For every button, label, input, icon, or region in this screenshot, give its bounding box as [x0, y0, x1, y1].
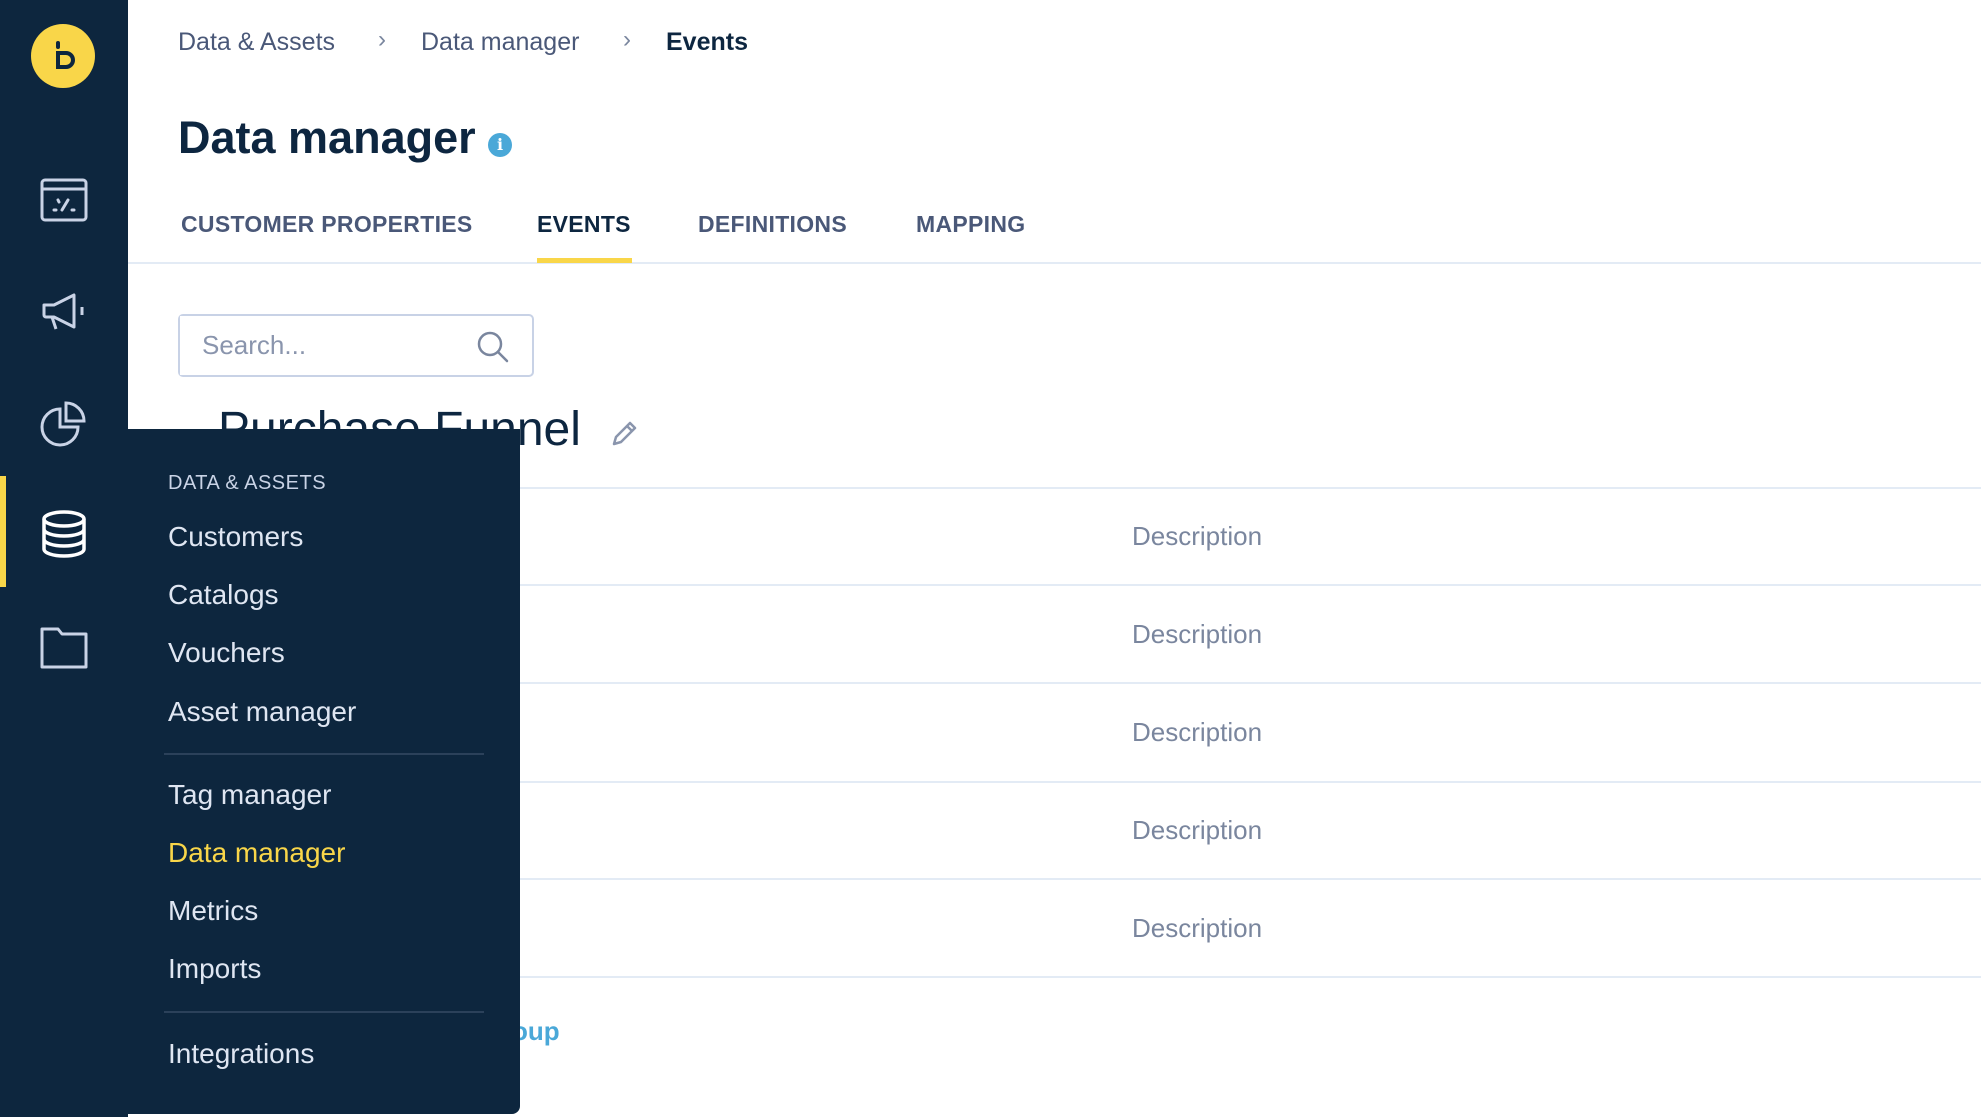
- menu-item-catalogs[interactable]: Catalogs: [168, 579, 279, 611]
- breadcrumb-data-manager[interactable]: Data manager: [421, 28, 579, 57]
- tab-definitions[interactable]: DEFINITIONS: [698, 211, 847, 238]
- pie-chart-icon[interactable]: [38, 397, 90, 449]
- dashboard-icon[interactable]: [38, 174, 90, 226]
- menu-item-integrations[interactable]: Integrations: [168, 1038, 314, 1070]
- row-description: Description: [1132, 521, 1263, 551]
- chevron-right-icon: ›: [623, 26, 631, 53]
- info-icon[interactable]: i: [488, 133, 512, 157]
- pencil-icon[interactable]: [608, 418, 640, 450]
- breadcrumb-data-assets[interactable]: Data & Assets: [178, 28, 335, 57]
- row-description: Description: [1132, 619, 1263, 649]
- data-assets-flyout-menu: DATA & ASSETS Customers Catalogs Voucher…: [128, 429, 520, 1114]
- search-box: [178, 314, 534, 377]
- menu-item-tag-manager[interactable]: Tag manager: [168, 779, 331, 811]
- row-description: Description: [1132, 815, 1263, 845]
- menu-item-customers[interactable]: Customers: [168, 521, 303, 553]
- menu-divider: [164, 753, 484, 755]
- active-tab-underline: [537, 258, 632, 263]
- menu-header: DATA & ASSETS: [168, 472, 327, 494]
- database-icon[interactable]: [38, 508, 90, 560]
- megaphone-icon[interactable]: [38, 285, 90, 337]
- tab-divider: [128, 262, 1981, 264]
- menu-item-vouchers[interactable]: Vouchers: [168, 637, 285, 669]
- folder-icon[interactable]: [38, 621, 90, 673]
- sidebar: [0, 0, 128, 1117]
- search-input[interactable]: [180, 316, 460, 375]
- tab-events[interactable]: EVENTS: [537, 211, 631, 238]
- row-description: Description: [1132, 717, 1263, 747]
- tab-mapping[interactable]: MAPPING: [916, 211, 1025, 238]
- row-description: Description: [1132, 913, 1263, 943]
- breadcrumb-current: Events: [666, 28, 748, 56]
- menu-divider: [164, 1011, 484, 1013]
- menu-item-imports[interactable]: Imports: [168, 953, 261, 985]
- logo-icon[interactable]: [31, 24, 95, 88]
- tab-customer-properties[interactable]: CUSTOMER PROPERTIES: [181, 211, 473, 238]
- chevron-right-icon: ›: [378, 26, 386, 53]
- search-icon[interactable]: [476, 330, 510, 364]
- active-indicator: [0, 476, 6, 587]
- menu-item-asset-manager[interactable]: Asset manager: [168, 696, 356, 728]
- page-title: Data manager: [178, 112, 476, 163]
- menu-item-data-manager[interactable]: Data manager: [168, 837, 345, 869]
- menu-item-metrics[interactable]: Metrics: [168, 895, 258, 927]
